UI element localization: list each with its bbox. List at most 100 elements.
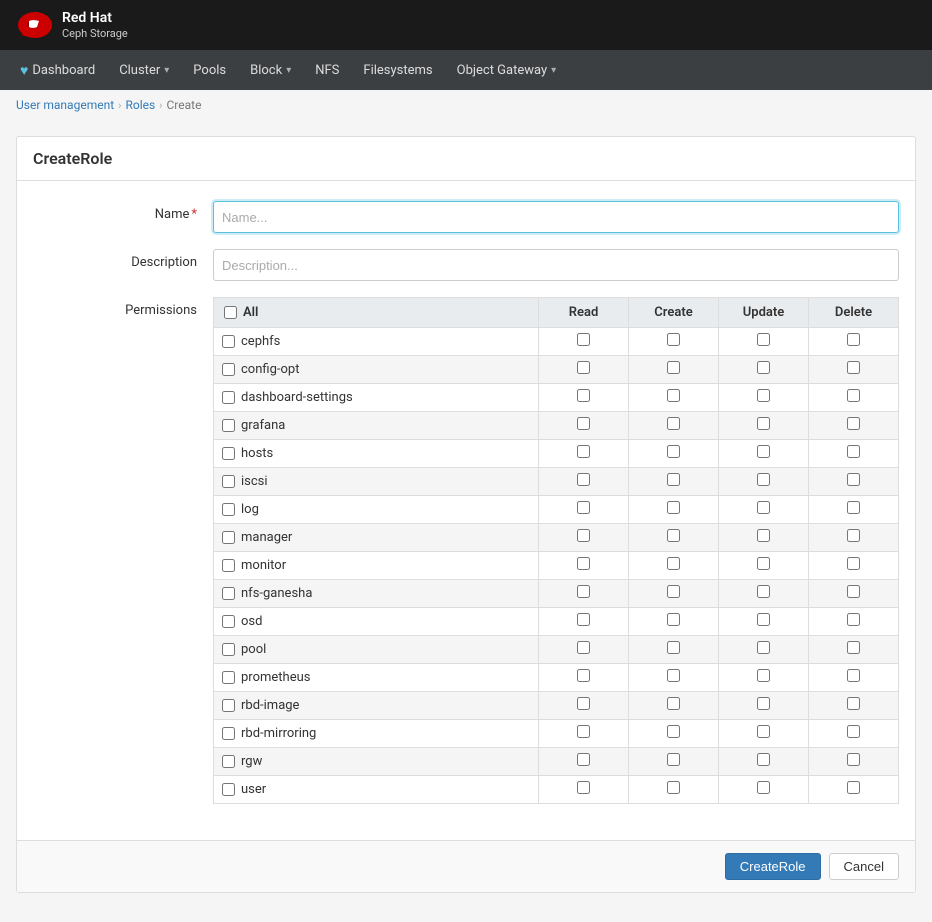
check-nfs-ganesha-delete[interactable] [847,585,860,598]
check-rbd-mirroring-delete[interactable] [847,725,860,738]
check-grafana-read[interactable] [577,417,590,430]
check-pool-update[interactable] [757,641,770,654]
check-rbd-mirroring-create[interactable] [667,725,680,738]
breadcrumb-user-management[interactable]: User management [16,98,114,112]
check-rbd-image-read[interactable] [577,697,590,710]
check-rbd-image-update[interactable] [757,697,770,710]
nav-pools[interactable]: Pools [181,50,238,90]
check-user-read[interactable] [577,781,590,794]
check-log-read[interactable] [577,501,590,514]
check-prometheus-update[interactable] [757,669,770,682]
check-nfs-ganesha-read[interactable] [577,585,590,598]
check-log-all[interactable] [222,503,235,516]
check-cephfs-delete[interactable] [847,333,860,346]
brand: RED HAT Red Hat Ceph Storage [16,10,128,40]
check-pool-create[interactable] [667,641,680,654]
check-iscsi-create[interactable] [667,473,680,486]
check-cephfs-read[interactable] [577,333,590,346]
check-dashboard-settings-create[interactable] [667,389,680,402]
check-iscsi-read[interactable] [577,473,590,486]
check-monitor-update[interactable] [757,557,770,570]
nav-nfs[interactable]: NFS [303,50,351,90]
check-manager-read[interactable] [577,529,590,542]
check-rgw-delete[interactable] [847,753,860,766]
check-log-create[interactable] [667,501,680,514]
check-user-create[interactable] [667,781,680,794]
check-log-update[interactable] [757,501,770,514]
check-config-opt-create[interactable] [667,361,680,374]
check-hosts-all[interactable] [222,447,235,460]
nav-dashboard[interactable]: ♥ Dashboard [8,50,107,90]
check-monitor-delete[interactable] [847,557,860,570]
check-rgw-update[interactable] [757,753,770,766]
check-grafana-delete[interactable] [847,417,860,430]
check-osd-update[interactable] [757,613,770,626]
create-role-button[interactable]: CreateRole [725,853,821,880]
check-config-opt-update[interactable] [757,361,770,374]
check-rbd-image-all[interactable] [222,699,235,712]
nav-object-gateway[interactable]: Object Gateway ▾ [445,50,569,90]
check-all-all[interactable] [224,306,237,319]
check-rbd-mirroring-read[interactable] [577,725,590,738]
description-input[interactable] [213,249,899,281]
check-dashboard-settings-delete[interactable] [847,389,860,402]
check-rbd-image-delete[interactable] [847,697,860,710]
check-prometheus-delete[interactable] [847,669,860,682]
check-log-delete[interactable] [847,501,860,514]
check-monitor-read[interactable] [577,557,590,570]
check-hosts-read[interactable] [577,445,590,458]
check-hosts-delete[interactable] [847,445,860,458]
check-pool-all[interactable] [222,643,235,656]
check-cephfs-all[interactable] [222,335,235,348]
check-cephfs-create[interactable] [667,333,680,346]
check-prometheus-read[interactable] [577,669,590,682]
check-user-update[interactable] [757,781,770,794]
check-dashboard-settings-read[interactable] [577,389,590,402]
check-config-opt-read[interactable] [577,361,590,374]
check-grafana-all[interactable] [222,419,235,432]
check-iscsi-update[interactable] [757,473,770,486]
check-monitor-create[interactable] [667,557,680,570]
check-hosts-create[interactable] [667,445,680,458]
check-cephfs-update[interactable] [757,333,770,346]
check-osd-delete[interactable] [847,613,860,626]
check-osd-all[interactable] [222,615,235,628]
check-nfs-ganesha-create[interactable] [667,585,680,598]
check-rgw-read[interactable] [577,753,590,766]
check-pool-delete[interactable] [847,641,860,654]
check-user-all[interactable] [222,783,235,796]
check-nfs-ganesha-update[interactable] [757,585,770,598]
check-osd-read[interactable] [577,613,590,626]
check-prometheus-create[interactable] [667,669,680,682]
check-dashboard-settings-all[interactable] [222,391,235,404]
cancel-button[interactable]: Cancel [829,853,899,880]
check-rbd-image-create[interactable] [667,697,680,710]
check-nfs-ganesha-all[interactable] [222,587,235,600]
check-osd-create[interactable] [667,613,680,626]
check-prometheus-all[interactable] [222,671,235,684]
check-manager-update[interactable] [757,529,770,542]
check-manager-delete[interactable] [847,529,860,542]
check-rbd-mirroring-all[interactable] [222,727,235,740]
check-dashboard-settings-update[interactable] [757,389,770,402]
nav-cluster[interactable]: Cluster ▾ [107,50,181,90]
nav-block[interactable]: Block ▾ [238,50,303,90]
breadcrumb-roles[interactable]: Roles [125,98,155,112]
check-rbd-mirroring-update[interactable] [757,725,770,738]
check-user-delete[interactable] [847,781,860,794]
check-iscsi-all[interactable] [222,475,235,488]
check-manager-all[interactable] [222,531,235,544]
check-rgw-all[interactable] [222,755,235,768]
check-grafana-create[interactable] [667,417,680,430]
check-grafana-update[interactable] [757,417,770,430]
check-iscsi-delete[interactable] [847,473,860,486]
check-hosts-update[interactable] [757,445,770,458]
check-pool-read[interactable] [577,641,590,654]
nav-filesystems[interactable]: Filesystems [351,50,444,90]
check-manager-create[interactable] [667,529,680,542]
name-input[interactable] [213,201,899,233]
check-config-opt-all[interactable] [222,363,235,376]
check-monitor-all[interactable] [222,559,235,572]
check-rgw-create[interactable] [667,753,680,766]
check-config-opt-delete[interactable] [847,361,860,374]
